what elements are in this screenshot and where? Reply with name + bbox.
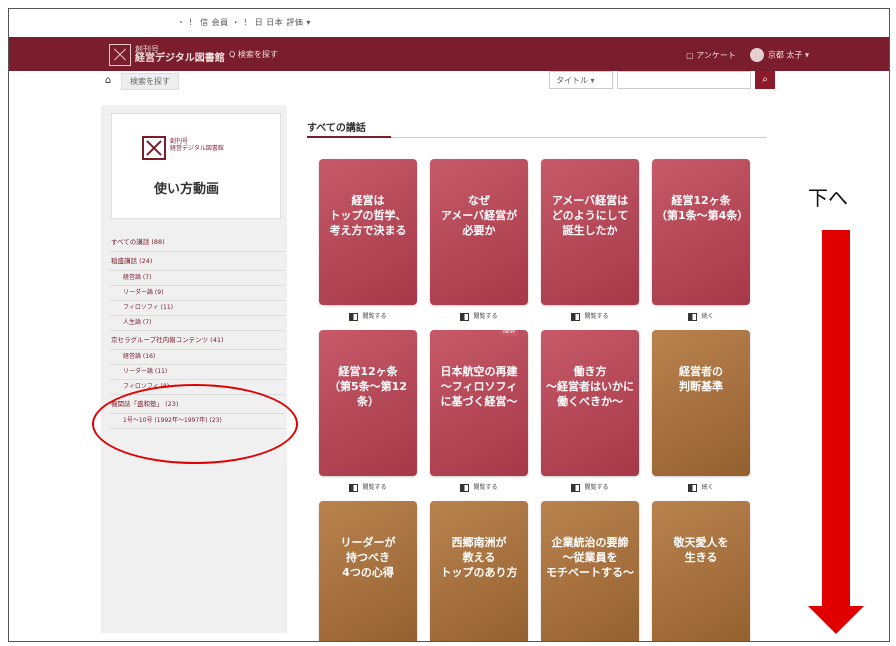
screenshot-frame: ・ ！ 信 会員 ・ ！ 日 日本 評価 ▾ 創刊号 経営デジタル図書館 Q 検… (8, 8, 890, 642)
subcategory-item[interactable]: フィロソフィ (11) (109, 301, 285, 316)
book-card[interactable]: リーダーが 持つべき 4つの心得 (319, 501, 417, 641)
promo-brand: 創刊号 経営デジタル図書館 (170, 138, 224, 152)
scroll-down-note: 下へ (808, 186, 848, 210)
card-title: 経営は トップの哲学、 考え方で決まる (329, 194, 407, 237)
card-title: 経営12ヶ条 （第1条〜第4条） (656, 194, 749, 222)
card-action-label: 閲覧する (584, 313, 609, 320)
book-card[interactable]: 西郷南洲が 教える トップのあり方 (430, 501, 528, 641)
card-action[interactable]: 閲覧する (430, 311, 528, 321)
header-right: ▢ アンケート 京都 太子 ▾ (686, 48, 809, 62)
subcategory-item[interactable]: 人生論 (7) (109, 316, 285, 331)
survey-label: アンケート (696, 50, 736, 60)
down-arrow-icon (808, 606, 864, 634)
card-action[interactable]: 閲覧する (319, 482, 417, 492)
card-action-label: 閲覧する (473, 484, 498, 491)
user-name: 京都 太子 ▾ (767, 50, 809, 60)
search-icon: ⌕ (762, 74, 768, 85)
category-item[interactable]: 稲盛講話 (24) (109, 252, 285, 271)
page-title: すべての講話 (307, 123, 366, 134)
subcategory-item[interactable]: 経営論 (7) (109, 271, 285, 286)
search-button[interactable]: ⌕ (755, 71, 775, 89)
card-title: 敬天愛人を 生きる (673, 536, 729, 564)
promo-title: 使い方動画 (154, 182, 220, 197)
book-card[interactable]: 経営12ヶ条 （第1条〜第4条） (652, 159, 750, 305)
book-icon (571, 312, 581, 321)
card-action-label: 閲覧する (362, 313, 387, 320)
category-item[interactable]: 京セラグループ社内報コンテンツ (41) (109, 331, 285, 350)
book-icon (688, 483, 698, 492)
subcategory-item[interactable]: リーダー論 (11) (109, 365, 285, 380)
book-card[interactable]: 働き方 〜経営者はいかに 働くべきか〜 (541, 330, 639, 476)
book-icon (349, 483, 359, 492)
title-divider (307, 136, 767, 138)
subcategory-item[interactable]: リーダー論 (9) (109, 286, 285, 301)
user-menu[interactable]: 京都 太子 ▾ (749, 48, 809, 62)
book-card[interactable]: なぜ アメーバ経営が 必要か (430, 159, 528, 305)
down-arrow-shaft (822, 230, 850, 608)
card-action[interactable]: 閲覧する (541, 482, 639, 492)
book-card[interactable]: 敬天愛人を 生きる (652, 501, 750, 641)
card-title: 経営者の 判断基準 (679, 365, 723, 393)
sidebar: 創刊号 経営デジタル図書館 使い方動画 すべての講話 (88) 稲盛講話 (24)… (101, 105, 287, 633)
card-action[interactable]: 閲覧する (541, 311, 639, 321)
breadcrumb: ⌂ 検索を探す (101, 72, 179, 90)
card-title: 西郷南洲が 教える トップのあり方 (440, 536, 518, 579)
card-action[interactable]: 閲覧する (430, 482, 528, 492)
book-icon (349, 312, 359, 321)
card-action-label: 続く (701, 484, 714, 491)
avatar (749, 48, 764, 62)
card-title: 働き方 〜経営者はいかに 働くべきか〜 (546, 365, 634, 408)
card-title: 日本航空の再建 〜フィロソフィ に基づく経営〜 (440, 365, 518, 408)
card-action[interactable]: 閲覧する (319, 311, 417, 321)
search-field-select[interactable]: タイトル ▾ (549, 71, 613, 89)
search-input[interactable] (617, 71, 751, 89)
highlight-oval (92, 384, 298, 464)
browser-bar: ・ ！ 信 会員 ・ ！ 日 日本 評価 ▾ (9, 9, 889, 37)
book-card[interactable]: アメーバ経営は どのようにして 誕生したか (541, 159, 639, 305)
logo-icon[interactable] (109, 44, 131, 66)
book-icon (460, 312, 470, 321)
new-badge: NEW (500, 330, 518, 336)
home-icon[interactable]: ⌂ (101, 74, 115, 88)
card-action[interactable]: 続く (652, 482, 750, 492)
site-header: 創刊号 経営デジタル図書館 Q 検索を探す ▢ アンケート 京都 太子 ▾ (9, 37, 889, 71)
header-search-link[interactable]: Q 検索を探す (229, 49, 278, 60)
book-card[interactable]: 日本航空の再建 〜フィロソフィ に基づく経営〜 NEW (430, 330, 528, 476)
book-card[interactable]: 企業統治の要諦 〜従業員を モチベートする〜 (541, 501, 639, 641)
book-icon (688, 312, 698, 321)
category-item[interactable]: すべての講話 (88) (109, 233, 285, 252)
brand-name: 経営デジタル図書館 (135, 53, 225, 64)
card-action-label: 閲覧する (584, 484, 609, 491)
book-icon (571, 483, 581, 492)
survey-link[interactable]: ▢ アンケート (686, 50, 736, 61)
card-title: 経営12ヶ条 （第5条〜第12条） (329, 365, 407, 408)
brand[interactable]: 創刊号 経営デジタル図書館 (135, 45, 225, 64)
book-card[interactable]: 経営12ヶ条 （第5条〜第12条） (319, 330, 417, 476)
breadcrumb-current[interactable]: 検索を探す (121, 72, 179, 90)
book-icon (460, 483, 470, 492)
subcategory-item[interactable]: 経営論 (16) (109, 350, 285, 365)
card-title: 企業統治の要諦 〜従業員を モチベートする〜 (546, 536, 634, 579)
card-action-label: 続く (701, 313, 714, 320)
card-action[interactable]: 続く (652, 311, 750, 321)
card-title: なぜ アメーバ経営が 必要か (440, 194, 518, 237)
card-title: リーダーが 持つべき 4つの心得 (340, 536, 396, 579)
book-card[interactable]: 経営は トップの哲学、 考え方で決まる (319, 159, 417, 305)
card-action-label: 閲覧する (473, 313, 498, 320)
card-action-label: 閲覧する (362, 484, 387, 491)
library-logo-icon (142, 136, 166, 160)
card-title: アメーバ経営は どのようにして 誕生したか (551, 194, 629, 237)
browser-links[interactable]: ・ ！ 信 会員 ・ ！ 日 日本 評価 ▾ (177, 17, 311, 28)
book-card[interactable]: 経営者の 判断基準 (652, 330, 750, 476)
how-to-video-banner[interactable]: 創刊号 経営デジタル図書館 使い方動画 (111, 113, 281, 219)
